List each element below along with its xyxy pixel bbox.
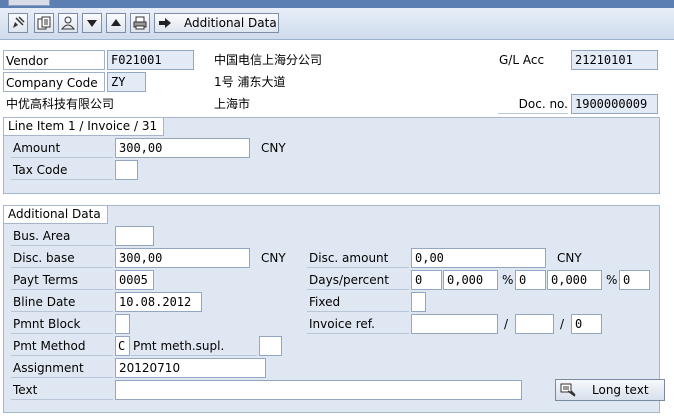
long-text-icon xyxy=(560,383,576,397)
vendor-name: 中国电信上海分公司 xyxy=(214,53,323,67)
person-icon[interactable] xyxy=(58,13,78,33)
documents-icon[interactable] xyxy=(34,13,54,33)
days-percent-label: Days/percent xyxy=(307,270,409,290)
doc-no-field[interactable]: 1900000009 xyxy=(571,94,658,114)
fixed-checkbox[interactable] xyxy=(411,292,426,312)
title-bar-button[interactable] xyxy=(8,0,50,6)
text-label: Text xyxy=(11,380,113,400)
company-code-field[interactable]: ZY xyxy=(107,72,146,92)
amount-field[interactable]: 300,00 xyxy=(115,138,250,158)
amount-currency: CNY xyxy=(261,141,286,155)
disc-base-field[interactable]: 300,00 xyxy=(115,248,250,268)
percent-1-sign: % xyxy=(502,273,514,287)
disc-amount-field[interactable]: 0,00 xyxy=(411,248,546,268)
tax-code-label: Tax Code xyxy=(11,160,113,180)
invoice-ref-3-field[interactable]: 0 xyxy=(571,314,602,334)
payt-terms-label: Payt Terms xyxy=(11,270,113,290)
arrow-down-icon[interactable] xyxy=(82,13,102,33)
long-text-label: Long text xyxy=(592,383,649,397)
edit-icon[interactable] xyxy=(8,13,28,33)
assignment-field[interactable]: 20120710 xyxy=(115,358,266,378)
percent-1-field[interactable]: 0,000 xyxy=(443,270,498,290)
payt-terms-field[interactable]: 0005 xyxy=(115,270,154,290)
bline-date-field[interactable]: 10.08.2012 xyxy=(115,292,202,312)
pmnt-block-label: Pmnt Block xyxy=(11,314,113,334)
percent-2-field[interactable]: 0,000 xyxy=(547,270,602,290)
vendor-street: 1号 浦东大道 xyxy=(214,75,286,89)
additional-data-button[interactable]: Additional Data xyxy=(154,13,279,33)
days-2-field[interactable]: 0 xyxy=(515,270,546,290)
arrow-right-icon xyxy=(159,18,171,28)
gl-acc-label: G/L Acc xyxy=(497,50,570,70)
vendor-label: Vendor xyxy=(3,50,105,70)
additional-data-label: Additional Data xyxy=(184,16,277,30)
days-3-field[interactable]: 0 xyxy=(619,270,650,290)
bline-date-label: Bline Date xyxy=(11,292,113,312)
additional-data-title: Additional Data xyxy=(4,206,108,224)
text-field[interactable] xyxy=(115,380,522,400)
vendor-field[interactable]: F021001 xyxy=(107,50,194,70)
title-bar-strip xyxy=(0,0,674,8)
invoice-ref-label: Invoice ref. xyxy=(307,314,409,334)
pmnt-block-field[interactable] xyxy=(115,314,130,334)
doc-no-label: Doc. no. xyxy=(498,94,568,114)
company-name: 中优高科技有限公司 xyxy=(6,97,115,111)
gl-acc-field[interactable]: 21210101 xyxy=(571,50,658,70)
application-toolbar: Additional Data xyxy=(0,8,674,40)
percent-2-sign: % xyxy=(606,273,618,287)
line-item-title: Line Item 1 / Invoice / 31 xyxy=(4,118,165,136)
pmt-meth-supl-field[interactable] xyxy=(259,336,282,356)
pmt-method-label: Pmt Method xyxy=(11,336,113,356)
days-1-field[interactable]: 0 xyxy=(411,270,442,290)
pmt-meth-supl-label: Pmt meth.supl. xyxy=(131,336,257,356)
amount-label: Amount xyxy=(11,138,113,158)
disc-base-currency: CNY xyxy=(261,251,286,265)
assignment-label: Assignment xyxy=(11,358,113,378)
invoice-ref-slash-1: / xyxy=(504,317,509,331)
bus-area-label: Bus. Area xyxy=(11,226,113,246)
print-icon[interactable] xyxy=(130,13,150,33)
arrow-up-icon[interactable] xyxy=(106,13,126,33)
disc-base-label: Disc. base xyxy=(11,248,113,268)
disc-amount-label: Disc. amount xyxy=(307,248,409,268)
bus-area-field[interactable] xyxy=(115,226,154,246)
invoice-ref-2-field[interactable] xyxy=(515,314,554,334)
invoice-ref-1-field[interactable] xyxy=(411,314,498,334)
fixed-label: Fixed xyxy=(307,292,409,312)
vendor-city: 上海市 xyxy=(214,97,251,111)
company-code-label: Company Code xyxy=(3,72,105,92)
long-text-button[interactable]: Long text xyxy=(555,379,665,401)
disc-amount-currency: CNY xyxy=(557,251,582,265)
tax-code-field[interactable] xyxy=(115,160,138,180)
invoice-ref-slash-2: / xyxy=(560,317,565,331)
pmt-method-field[interactable]: C xyxy=(115,336,130,356)
